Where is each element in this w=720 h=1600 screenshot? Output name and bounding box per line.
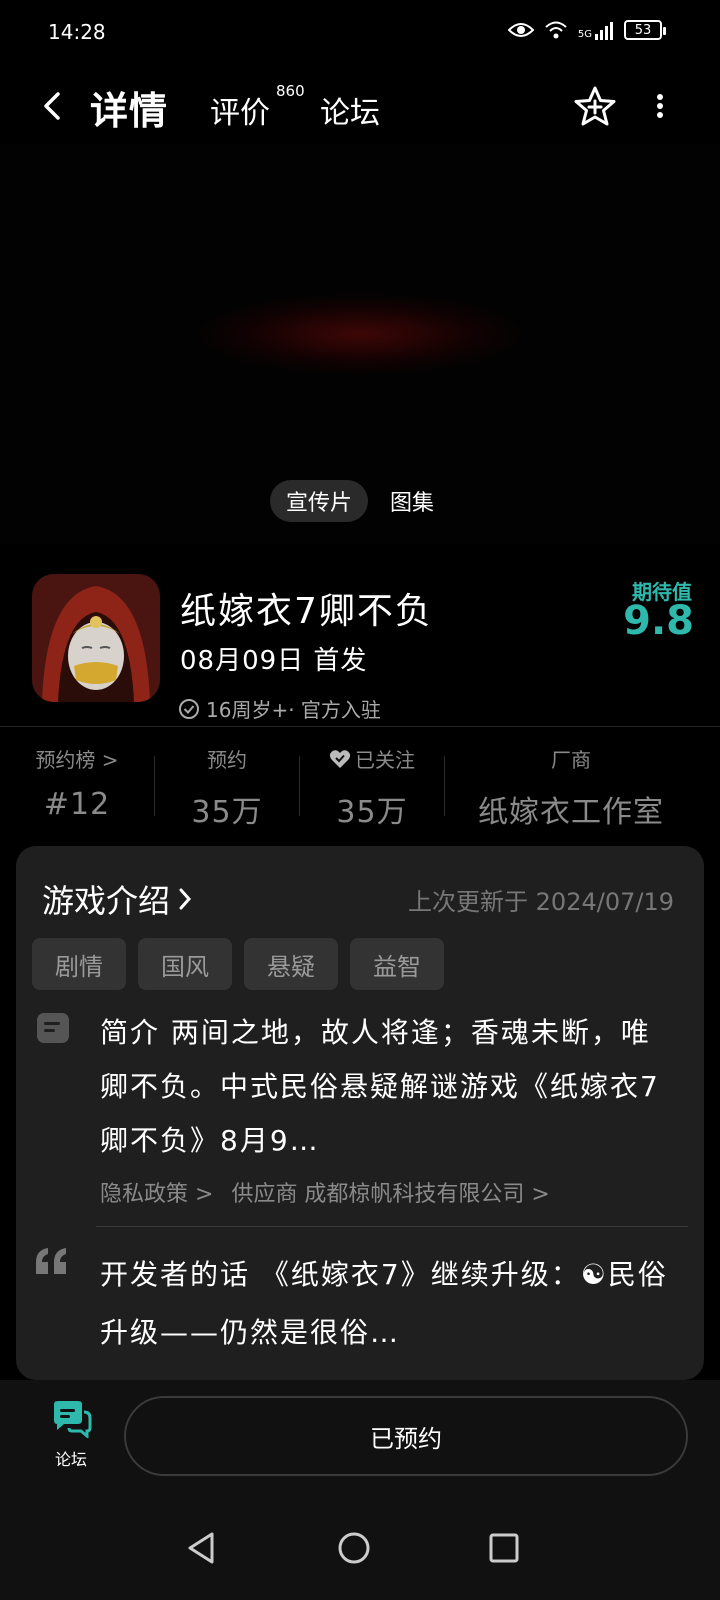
- privacy-policy-link[interactable]: 隐私政策 >: [100, 1176, 213, 1208]
- intro-title-text: 游戏介绍: [42, 882, 171, 920]
- chevron-right-icon: [179, 888, 192, 910]
- nav-back-icon[interactable]: [182, 1528, 222, 1568]
- forum-label: 论坛: [54, 1450, 87, 1469]
- wifi-icon: [545, 21, 567, 39]
- media-tab-trailer[interactable]: 宣传片: [270, 480, 369, 522]
- tag-suspense[interactable]: 悬疑: [244, 938, 338, 990]
- favorite-star-add-icon[interactable]: [572, 84, 618, 130]
- description-icon: [37, 1013, 69, 1043]
- media-tabs: 宣传片 图集: [270, 480, 450, 522]
- network-indicator: 5G: [578, 20, 614, 40]
- more-dots-icon[interactable]: [648, 88, 672, 124]
- system-nav: [0, 1502, 720, 1600]
- stat-rank[interactable]: 预约榜 > #12: [0, 744, 154, 828]
- game-icon: [32, 574, 160, 702]
- divider: [0, 726, 720, 727]
- tab-detail[interactable]: 详情: [87, 80, 171, 135]
- nav-home-icon[interactable]: [334, 1528, 374, 1568]
- network-label: 5G: [577, 29, 592, 40]
- stat-value: #12: [43, 787, 111, 822]
- expect-score: 9.8: [623, 598, 694, 644]
- game-meta: 16周岁+· 官方入驻: [178, 694, 381, 723]
- last-updated: 上次更新于 2024/07/19: [408, 888, 674, 916]
- tab-forum[interactable]: 论坛: [320, 88, 380, 132]
- verified-check-icon: [179, 698, 199, 719]
- stat-label: 已关注: [329, 744, 415, 773]
- status-time: 14:28: [48, 20, 106, 44]
- stat-value: 35万: [191, 795, 263, 830]
- tag-chinese-style[interactable]: 国风: [138, 938, 232, 990]
- forum-chat-icon: [54, 1401, 92, 1438]
- age-rating-label: 16周岁+· 官方入驻: [206, 698, 381, 722]
- stat-reservations: 预约 35万: [155, 744, 299, 830]
- intro-title[interactable]: 游戏介绍: [42, 876, 194, 922]
- followed-label: 已关注: [355, 748, 415, 772]
- review-count: 860: [276, 82, 305, 100]
- more-dot: [657, 103, 663, 109]
- back-arrow-icon[interactable]: [36, 88, 72, 124]
- intro-card: 游戏介绍 上次更新于 2024/07/19 剧情 国风 悬疑 益智 简介 两间之…: [16, 846, 704, 1380]
- reserved-button[interactable]: 已预约: [124, 1396, 688, 1476]
- battery-icon: 53: [624, 20, 666, 40]
- stat-value: 纸嫁衣工作室: [478, 795, 664, 830]
- developer-words[interactable]: 开发者的话 《纸嫁衣7》继续升级：☯民俗升级——仍然是很俗…: [100, 1246, 670, 1362]
- legal-links: 隐私政策 > 供应商 成都椋帆科技有限公司 >: [100, 1176, 550, 1208]
- supplier-link[interactable]: 供应商 成都椋帆科技有限公司 >: [231, 1176, 549, 1208]
- eye-icon: [507, 23, 534, 37]
- nav-recents-icon[interactable]: [484, 1528, 524, 1568]
- stat-developer[interactable]: 厂商 纸嫁衣工作室: [445, 744, 697, 830]
- stat-followed[interactable]: 已关注 35万: [300, 744, 444, 830]
- tag-story[interactable]: 剧情: [32, 938, 126, 990]
- forum-button[interactable]: 论坛: [44, 1400, 98, 1470]
- status-icons: 5G 53: [507, 20, 666, 40]
- stat-label: 厂商: [551, 748, 591, 772]
- media-tab-gallery[interactable]: 图集: [374, 480, 450, 522]
- status-bar: 14:28 5G 53: [0, 0, 720, 66]
- more-dot: [657, 112, 663, 118]
- tag-puzzle[interactable]: 益智: [350, 938, 444, 990]
- tag-list: 剧情 国风 悬疑 益智: [32, 938, 444, 990]
- media-player[interactable]: 宣传片 图集: [0, 144, 720, 544]
- signal-icon: [595, 22, 613, 40]
- bottom-bar: 论坛 已预约: [0, 1380, 720, 1502]
- release-date: 08月09日 首发: [180, 646, 368, 676]
- more-dot: [657, 94, 663, 100]
- divider: [96, 1226, 688, 1227]
- stat-label: 预约榜 >: [35, 748, 119, 772]
- stat-value: 35万: [336, 795, 408, 830]
- tab-review[interactable]: 评价: [210, 88, 270, 132]
- game-description[interactable]: 简介 两间之地，故人将逢；香魂未断，唯卿不负。中式民俗悬疑解谜游戏《纸嫁衣7卿不…: [100, 1006, 670, 1168]
- game-header: 纸嫁衣7卿不负 08月09日 首发 16周岁+· 官方入驻 期待值 9.8: [0, 574, 720, 726]
- stats-row: 预约榜 > #12 预约 35万 已关注 35万 厂商 纸嫁衣工作室: [0, 744, 720, 830]
- quote-icon: [36, 1248, 66, 1274]
- trailer-frame: [200, 294, 520, 374]
- heart-check-icon: [329, 749, 351, 768]
- top-nav: 详情 评价 860 论坛: [0, 70, 720, 144]
- game-title: 纸嫁衣7卿不负: [180, 591, 433, 632]
- battery-level: 53: [634, 22, 652, 38]
- stat-label: 预约: [207, 748, 247, 772]
